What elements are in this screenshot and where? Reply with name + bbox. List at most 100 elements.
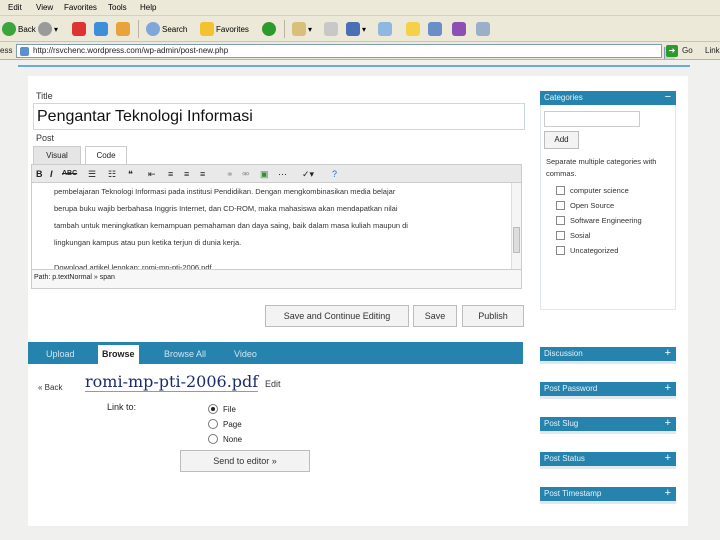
- back-button[interactable]: Back ▾: [2, 20, 43, 38]
- tab-code[interactable]: Code: [85, 146, 127, 164]
- numbered-list-icon[interactable]: ☷: [108, 167, 116, 181]
- go-button[interactable]: Go: [682, 46, 693, 55]
- radio-page[interactable]: [208, 419, 218, 429]
- link-option-none[interactable]: None: [208, 432, 242, 446]
- categories-body: Add Separate multiple categories with co…: [540, 105, 676, 310]
- search-button[interactable]: Search: [146, 20, 187, 38]
- link-option-page[interactable]: Page: [208, 417, 242, 431]
- unlink-icon[interactable]: ⚮: [242, 167, 250, 181]
- post-status-panel[interactable]: Post Status +: [540, 452, 676, 469]
- menu-favorites[interactable]: Favorites: [64, 3, 97, 12]
- bullet-list-icon[interactable]: ☰: [88, 167, 96, 181]
- download-line[interactable]: Download artikel lengkap: romi-mp-pti-20…: [54, 259, 506, 269]
- category-checkbox[interactable]: [556, 245, 565, 255]
- address-input[interactable]: http://rsvchenc.wordpress.com/wp-admin/p…: [16, 44, 675, 59]
- help-icon[interactable]: ?: [332, 167, 337, 181]
- extra-button[interactable]: [476, 20, 492, 38]
- category-item[interactable]: Uncategorized: [556, 244, 618, 256]
- send-to-editor-button[interactable]: Send to editor »: [180, 450, 310, 472]
- stop-button[interactable]: [72, 20, 88, 38]
- publish-button[interactable]: Publish: [462, 305, 524, 327]
- blockquote-icon[interactable]: ❝: [128, 167, 133, 181]
- messenger-button[interactable]: [452, 20, 468, 38]
- scrollbar-thumb[interactable]: [513, 227, 520, 253]
- post-timestamp-panel[interactable]: Post Timestamp +: [540, 487, 676, 504]
- file-title[interactable]: romi-mp-pti-2006.pdf: [85, 372, 259, 392]
- word-button[interactable]: ▾: [346, 20, 366, 38]
- category-label: Uncategorized: [570, 245, 619, 255]
- tab-upload[interactable]: Upload: [46, 349, 75, 359]
- post-slug-panel[interactable]: Post Slug +: [540, 417, 676, 434]
- save-continue-button[interactable]: Save and Continue Editing: [265, 305, 409, 327]
- save-button[interactable]: Save: [413, 305, 457, 327]
- category-item[interactable]: Software Engineering: [556, 214, 642, 226]
- menu-help[interactable]: Help: [140, 3, 156, 12]
- add-category-button[interactable]: Add: [544, 131, 579, 149]
- category-checkbox[interactable]: [556, 215, 565, 225]
- forward-button[interactable]: ▾: [38, 20, 58, 38]
- post-timestamp-header[interactable]: Post Timestamp +: [540, 487, 676, 501]
- print-button[interactable]: [324, 20, 340, 38]
- tab-browse[interactable]: Browse: [98, 345, 139, 364]
- expand-icon[interactable]: +: [665, 452, 671, 464]
- tab-browse-all[interactable]: Browse All: [164, 349, 206, 359]
- menu-edit[interactable]: Edit: [8, 3, 22, 12]
- collapse-icon[interactable]: −: [665, 91, 671, 103]
- more-tag-icon[interactable]: ⋯: [278, 167, 287, 181]
- menu-tools[interactable]: Tools: [108, 3, 127, 12]
- categories-panel: Categories − Add Separate multiple categ…: [540, 91, 676, 310]
- post-password-header[interactable]: Post Password +: [540, 382, 676, 396]
- edit-link[interactable]: Edit: [265, 379, 281, 389]
- home-button[interactable]: [116, 20, 132, 38]
- spellcheck-icon[interactable]: ✓▾: [302, 167, 314, 181]
- category-item[interactable]: Open Source: [556, 199, 614, 211]
- research-button[interactable]: [428, 20, 444, 38]
- discussion-header[interactable]: Discussion +: [540, 347, 676, 361]
- post-slug-header[interactable]: Post Slug +: [540, 417, 676, 431]
- expand-icon[interactable]: +: [665, 487, 671, 499]
- history-button[interactable]: [262, 20, 278, 38]
- expand-icon[interactable]: +: [665, 382, 671, 394]
- category-item[interactable]: computer science: [556, 184, 629, 196]
- new-category-input[interactable]: [544, 111, 640, 127]
- tab-visual[interactable]: Visual: [33, 146, 81, 164]
- radio-none[interactable]: [208, 434, 218, 444]
- editor-scrollbar[interactable]: [511, 183, 521, 269]
- discussion-panel[interactable]: Discussion +: [540, 347, 676, 364]
- link-option-file[interactable]: File: [208, 402, 236, 416]
- align-right-icon[interactable]: ≡: [200, 167, 205, 181]
- link-to-label: Link to:: [107, 402, 137, 412]
- outdent-icon[interactable]: ⇤: [148, 167, 156, 181]
- categories-header[interactable]: Categories −: [540, 91, 676, 105]
- post-password-panel[interactable]: Post Password +: [540, 382, 676, 399]
- expand-icon[interactable]: +: [665, 347, 671, 359]
- links-button[interactable]: Links: [705, 46, 720, 55]
- back-link[interactable]: « Back: [38, 383, 62, 392]
- mail-button[interactable]: ▾: [292, 20, 312, 38]
- bold-button[interactable]: B: [36, 167, 43, 181]
- category-checkbox[interactable]: [556, 200, 565, 210]
- notes-button[interactable]: [406, 20, 422, 38]
- align-left-icon[interactable]: ≡: [168, 167, 173, 181]
- content-editor[interactable]: B I ABC ☰ ☷ ❝ ⇤ ≡ ≡ ≡ ⚭ ⚮ ▣ ⋯ ✓▾ ? pembe…: [31, 164, 522, 289]
- refresh-button[interactable]: [94, 20, 110, 38]
- editor-body[interactable]: pembelajaran Teknologi Informasi pada in…: [36, 183, 506, 269]
- link-icon[interactable]: ⚭: [226, 167, 234, 181]
- strikethrough-button[interactable]: ABC: [62, 167, 77, 181]
- align-center-icon[interactable]: ≡: [184, 167, 189, 181]
- discuss-button[interactable]: [378, 20, 394, 38]
- post-status-header[interactable]: Post Status +: [540, 452, 676, 466]
- image-icon[interactable]: ▣: [260, 167, 269, 181]
- title-input[interactable]: Pengantar Teknologi Informasi: [33, 103, 525, 130]
- italic-button[interactable]: I: [50, 167, 53, 181]
- expand-icon[interactable]: +: [665, 417, 671, 429]
- tab-video[interactable]: Video: [234, 349, 257, 359]
- favorites-button[interactable]: Favorites: [200, 20, 249, 38]
- category-checkbox[interactable]: [556, 185, 565, 195]
- category-item[interactable]: Sosial: [556, 229, 590, 241]
- radio-file[interactable]: [208, 404, 218, 414]
- menu-view[interactable]: View: [36, 3, 53, 12]
- favorites-label: Favorites: [216, 24, 249, 34]
- go-icon[interactable]: ➔: [666, 45, 678, 57]
- category-checkbox[interactable]: [556, 230, 565, 240]
